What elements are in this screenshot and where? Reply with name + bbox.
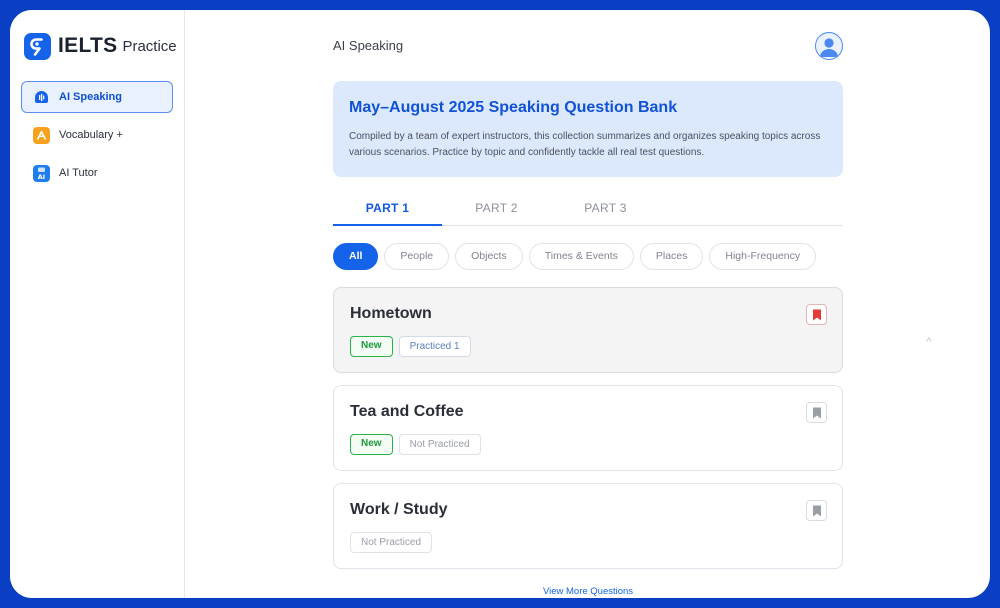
bookmark-icon[interactable] [806,500,827,521]
vocabulary-icon [33,126,50,144]
banner-title: May–August 2025 Speaking Question Bank [349,99,678,116]
sidebar-item-label: AI Speaking [59,91,122,103]
user-avatar-icon[interactable] [815,32,843,60]
tab-part-2[interactable]: PART 2 [442,193,551,226]
bookmark-icon[interactable] [806,304,827,325]
sidebar-item-label: Vocabulary + [59,129,123,141]
topic-card-hometown[interactable]: Hometown New Practiced 1 [333,287,843,373]
page-title: AI Speaking [333,38,404,53]
main-content: AI Speaking May–August 2025 Speaking Que… [185,10,990,598]
new-badge: New [350,434,393,455]
part-tabs: PART 1 PART 2 PART 3 [333,193,843,226]
filter-places[interactable]: Places [639,243,704,270]
topic-tags: New Not Practiced [350,434,487,455]
topic-title: Hometown [350,305,432,322]
app-window: IELTS Practice AI Speaking Vocabulary + … [10,10,990,598]
ai-tutor-icon: AI [33,164,50,182]
filter-people[interactable]: People [384,243,450,270]
topic-tags: New Practiced 1 [350,336,477,357]
filter-high-frequency[interactable]: High-Frequency [709,243,817,270]
sidebar-item-ai-tutor[interactable]: AI AI Tutor [21,157,173,189]
tab-part-3[interactable]: PART 3 [551,193,660,226]
brand-name: IELTS [58,34,118,57]
brand-subtitle: Practice [122,37,177,55]
sidebar-item-vocabulary[interactable]: Vocabulary + [21,119,173,151]
question-bank-banner: May–August 2025 Speaking Question Bank C… [333,81,843,177]
scroll-up-icon[interactable]: ^ [922,336,936,350]
speaking-icon [33,89,50,106]
topic-card-tea-coffee[interactable]: Tea and Coffee New Not Practiced [333,385,843,471]
filter-objects[interactable]: Objects [455,243,523,270]
practice-status-badge: Not Practiced [398,434,481,455]
practice-status-badge: Practiced 1 [398,336,471,357]
topic-title: Tea and Coffee [350,403,464,420]
topic-tags: Not Practiced [350,532,438,553]
svg-text:AI: AI [38,173,45,180]
view-more-questions-link[interactable]: View More Questions [333,586,843,597]
sidebar-nav: AI Speaking Vocabulary + AI AI Tutor [21,81,173,195]
tab-part-1[interactable]: PART 1 [333,193,442,226]
practice-status-badge: Not Practiced [350,532,433,553]
category-filters: All People Objects Times & Events Places… [333,243,822,270]
sidebar-item-label: AI Tutor [59,167,98,179]
ielts-logo-icon [24,32,51,60]
banner-description: Compiled by a team of expert instructors… [349,131,821,158]
filter-times-events[interactable]: Times & Events [528,243,634,270]
topic-title: Work / Study [350,501,448,518]
brand-logo-group[interactable]: IELTS Practice [24,32,177,60]
sidebar: IELTS Practice AI Speaking Vocabulary + … [10,10,185,598]
new-badge: New [350,336,393,357]
filter-all[interactable]: All [333,243,379,270]
bookmark-icon[interactable] [806,402,827,423]
sidebar-item-ai-speaking[interactable]: AI Speaking [21,81,173,113]
topic-card-work-study[interactable]: Work / Study Not Practiced [333,483,843,569]
